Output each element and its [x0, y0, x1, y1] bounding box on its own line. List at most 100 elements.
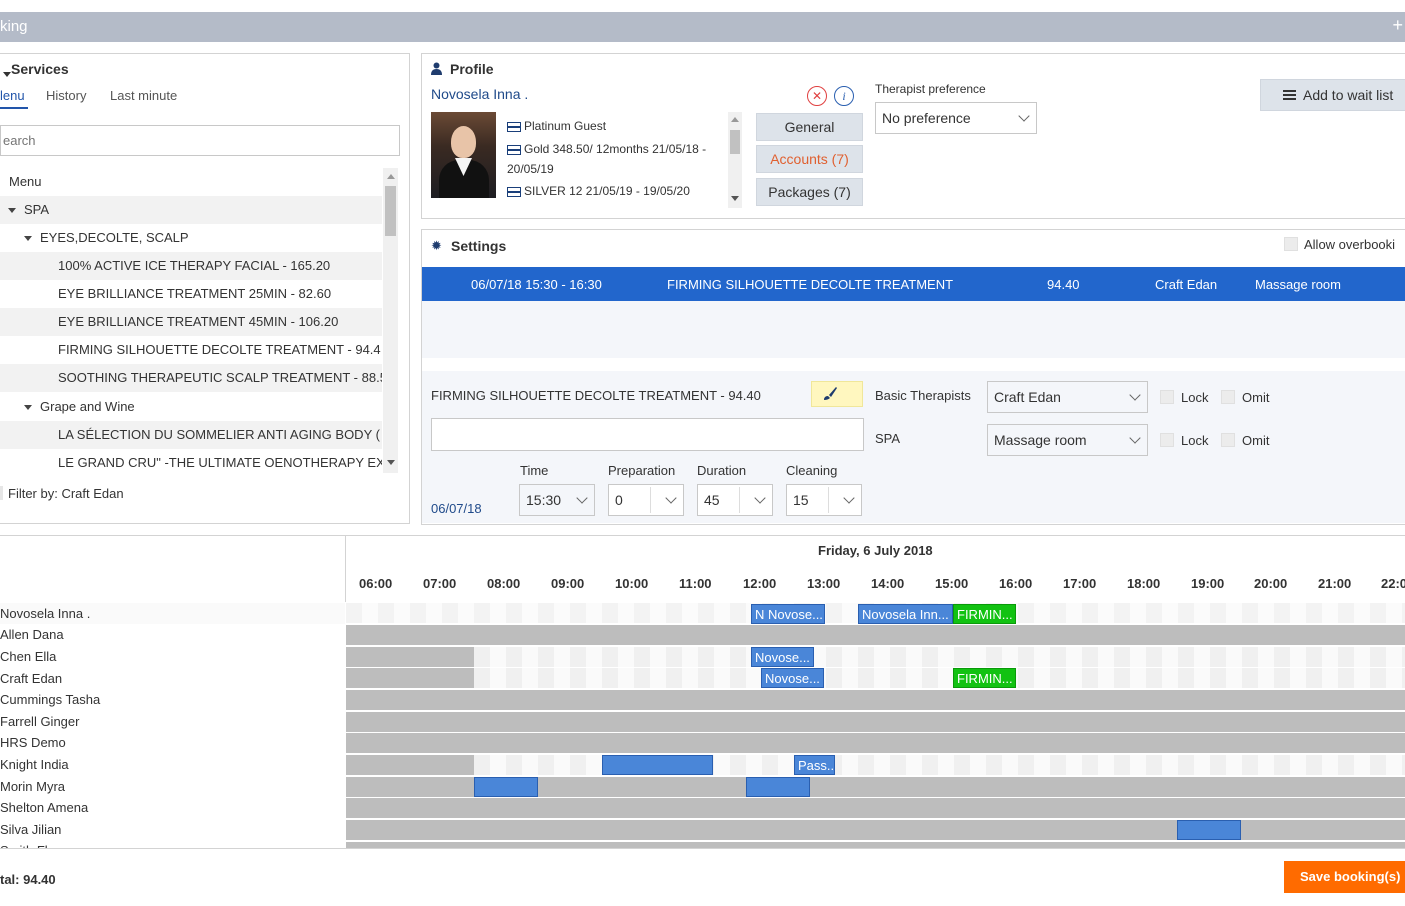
- edit-brush-button[interactable]: [811, 381, 863, 407]
- scroll-down-icon[interactable]: [731, 196, 739, 201]
- expand-icon[interactable]: [8, 208, 16, 214]
- tree-item[interactable]: Grape and Wine: [0, 393, 382, 421]
- tab-history[interactable]: History: [46, 88, 86, 103]
- info-icon[interactable]: i: [834, 86, 854, 106]
- filter-checkbox[interactable]: [0, 486, 3, 500]
- services-title: Services: [11, 61, 69, 77]
- tab-last-minute[interactable]: Last minute: [110, 88, 177, 103]
- booking-list-area: [422, 301, 1405, 358]
- cleaning-select[interactable]: 15: [786, 484, 862, 516]
- appointment-block[interactable]: [474, 777, 538, 797]
- schedule-row[interactable]: [346, 668, 1405, 688]
- guest-name-link[interactable]: Novosela Inna .: [431, 86, 528, 102]
- notes-input[interactable]: [431, 418, 864, 451]
- expand-icon[interactable]: [24, 405, 32, 411]
- therapist-select[interactable]: Craft Edan: [987, 381, 1148, 413]
- appointment-block[interactable]: N Novose...: [751, 604, 825, 624]
- tree-item[interactable]: EYES,DECOLTE, SCALP: [0, 224, 382, 252]
- add-to-wait-list-button[interactable]: Add to wait list: [1260, 79, 1405, 111]
- schedule-row[interactable]: [346, 798, 1405, 818]
- tab-menu[interactable]: lenu: [0, 88, 25, 103]
- appointment-block[interactable]: [602, 755, 713, 775]
- staff-name: Farrell Ginger: [0, 714, 80, 729]
- hour-label: 15:00: [935, 576, 969, 591]
- tree-item[interactable]: FIRMING SILHOUETTE DECOLTE TREATMENT - 9…: [0, 336, 382, 364]
- scroll-up-icon[interactable]: [387, 174, 395, 179]
- schedule-row[interactable]: [346, 842, 1405, 848]
- schedule-row[interactable]: [346, 690, 1405, 710]
- hour-label: 10:00: [615, 576, 649, 591]
- hour-label: 18:00: [1127, 576, 1161, 591]
- appointment-block[interactable]: Pass...: [794, 755, 835, 775]
- schedule-row[interactable]: [346, 625, 1405, 645]
- selected-booking-row[interactable]: 06/07/18 15:30 - 16:30 FIRMING SILHOUETT…: [422, 267, 1405, 301]
- schedule-row[interactable]: [346, 712, 1405, 732]
- scrollbar-thumb[interactable]: [385, 186, 396, 236]
- schedule-row[interactable]: [346, 647, 1405, 667]
- appointment-block[interactable]: [746, 777, 810, 797]
- save-booking-button[interactable]: Save booking(s): [1284, 861, 1405, 893]
- card-icon: [507, 144, 521, 155]
- guest-avatar: [431, 112, 496, 198]
- hour-label: 11:00: [679, 576, 712, 591]
- schedule-row[interactable]: [346, 733, 1405, 753]
- membership-scrollbar[interactable]: [728, 112, 742, 208]
- staff-name: Cummings Tasha: [0, 692, 101, 707]
- scroll-down-icon[interactable]: [387, 460, 395, 465]
- duration-select[interactable]: 45: [697, 484, 773, 516]
- remove-guest-icon[interactable]: ✕: [807, 86, 827, 106]
- tree-item[interactable]: 100% ACTIVE ICE THERAPY FACIAL - 165.20: [0, 252, 382, 280]
- hour-label: 20:00: [1254, 576, 1288, 591]
- booking-date-link[interactable]: 06/07/18: [431, 501, 482, 516]
- staff-name: Knight India: [0, 757, 69, 772]
- therapist-pref-select[interactable]: No preference: [875, 102, 1037, 134]
- booking-price: 94.40: [1047, 277, 1080, 292]
- tree-item[interactable]: LA SÉLECTION DU SOMMELIER ANTI AGING BOD…: [0, 421, 382, 449]
- time-label: Time: [520, 463, 549, 478]
- service-tree-scrollbar[interactable]: [383, 168, 398, 473]
- tree-item[interactable]: Menu: [0, 168, 382, 196]
- scrollbar-thumb[interactable]: [730, 130, 740, 154]
- room-omit-checkbox[interactable]: [1221, 433, 1235, 447]
- appointment-block[interactable]: FIRMIN...: [953, 668, 1016, 688]
- scroll-up-icon[interactable]: [731, 117, 739, 122]
- expand-icon[interactable]: [24, 236, 32, 242]
- appointment-block[interactable]: Novosela Inn...: [858, 604, 953, 624]
- service-search-input[interactable]: [1, 126, 399, 155]
- chevron-down-icon: [1129, 389, 1141, 401]
- time-select[interactable]: 15:30: [519, 484, 595, 516]
- appointment-block[interactable]: Novose...: [761, 668, 824, 688]
- schedule-row[interactable]: [346, 820, 1405, 840]
- appointment-block[interactable]: FIRMIN...: [953, 604, 1016, 624]
- therapist-omit-checkbox[interactable]: [1221, 390, 1235, 404]
- room-select[interactable]: Massage room: [987, 424, 1148, 456]
- tree-item[interactable]: EYE BRILLIANCE TREATMENT 45MIN - 106.20: [0, 308, 382, 336]
- allow-overbooking-label: Allow overbooki: [1304, 237, 1396, 252]
- tree-item[interactable]: EYE BRILLIANCE TREATMENT 25MIN - 82.60: [0, 280, 382, 308]
- hour-label: 06:00: [359, 576, 393, 591]
- appointment-block[interactable]: [1177, 820, 1241, 840]
- tree-item[interactable]: LE GRAND CRU" -THE ULTIMATE OENOTHERAPY …: [0, 449, 382, 477]
- tree-item[interactable]: SOOTHING THERAPEUTIC SCALP TREATMENT - 8…: [0, 364, 382, 392]
- room-lock-checkbox[interactable]: [1160, 433, 1174, 447]
- general-button[interactable]: General: [756, 113, 863, 141]
- allow-overbooking-checkbox[interactable]: [1284, 237, 1298, 251]
- list-icon: [1283, 90, 1296, 100]
- expand-button[interactable]: +: [1392, 15, 1403, 36]
- staff-name: Silva Jilian: [0, 822, 62, 837]
- packages-button[interactable]: Packages (7): [756, 178, 863, 206]
- therapist-lock-checkbox[interactable]: [1160, 390, 1174, 404]
- preparation-select[interactable]: 0: [608, 484, 684, 516]
- settings-title: Settings: [451, 238, 507, 254]
- schedule-row[interactable]: [346, 755, 1405, 775]
- chevron-down-icon: [576, 492, 588, 504]
- tree-item[interactable]: SPA: [0, 196, 382, 224]
- hour-label: 21:00: [1318, 576, 1352, 591]
- appointment-block[interactable]: Novose...: [751, 647, 814, 667]
- membership-item: Platinum Guest: [507, 119, 606, 133]
- accounts-button[interactable]: Accounts (7): [756, 145, 863, 173]
- staff-name: Chen Ella: [0, 649, 57, 664]
- service-search[interactable]: [0, 125, 400, 156]
- booking-service: FIRMING SILHOUETTE DECOLTE TREATMENT: [667, 277, 954, 292]
- window-titlebar: king +: [0, 12, 1405, 42]
